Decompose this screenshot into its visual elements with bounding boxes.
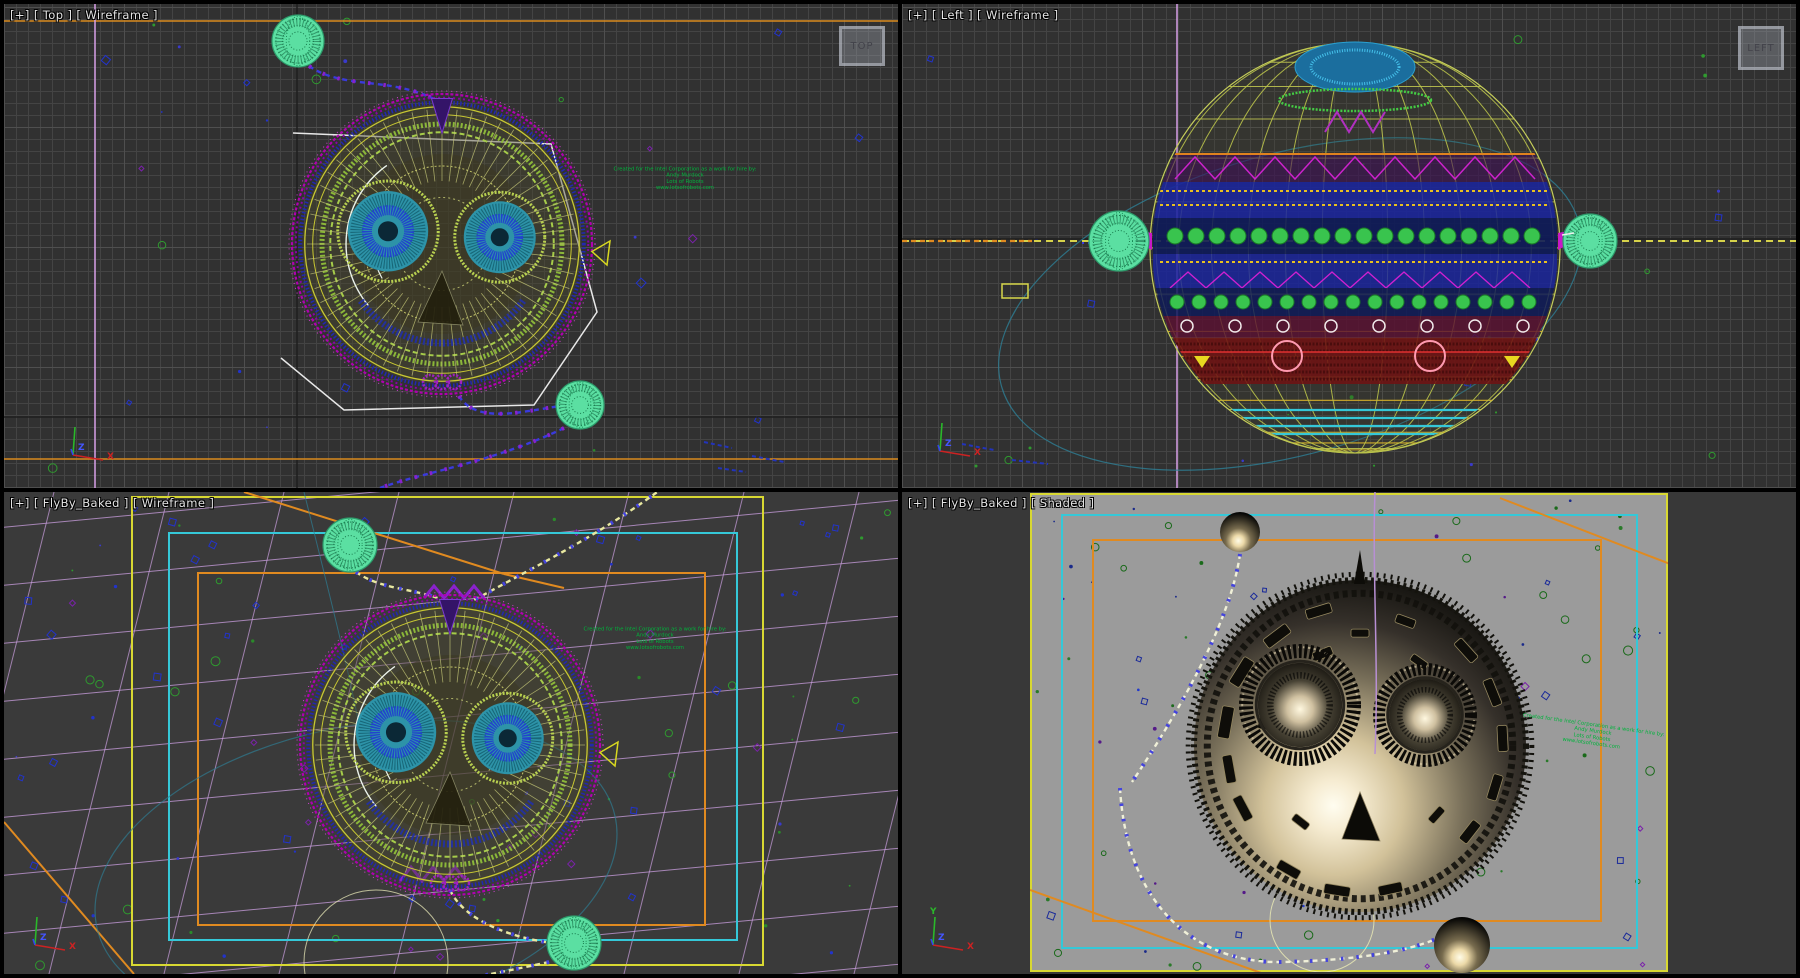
viewport-camera-wireframe[interactable]: ZX [+] [ FlyBy_Baked ] [ Wireframe ] Cre… [4,492,898,974]
axis-tripod: ZX [71,427,114,462]
viewport-camera-wireframe-label[interactable]: [+] [ FlyBy_Baked ] [ Wireframe ] [10,496,214,510]
viewcube[interactable]: TOP [839,26,885,66]
green-wire-sphere [547,916,601,970]
viewport-top-label[interactable]: [+] [ Top ] [ Wireframe ] [10,8,158,22]
viewport-left-label[interactable]: [+] [ Left ] [ Wireframe ] [908,8,1059,22]
axis-label: X [974,448,981,458]
viewport-quad-layout: ZX [+] [ Top ] [ Wireframe ] TOP Created… [0,0,1800,978]
viewport-top[interactable]: ZX [+] [ Top ] [ Wireframe ] TOP Created… [4,4,898,488]
axis-label: X [69,942,76,952]
axis-tripod: Y Z X [929,907,974,952]
wireframe-owl-model [289,91,610,397]
shaded-sphere-ship [1188,550,1532,918]
green-wire-sphere [272,15,324,67]
viewcube[interactable]: LEFT [1738,26,1784,70]
watermark-line: www.lotsofrobots.com [570,645,740,651]
viewcube-face-label[interactable]: TOP [850,41,873,52]
axis-label: X [967,942,974,952]
watermark-text: Created for the Intel Corporation as a w… [570,626,740,651]
axis-label: Z [78,443,85,453]
green-wire-sphere [556,381,604,429]
watermark-line: www.lotsofrobots.com [600,185,770,191]
viewcube-face-label[interactable]: LEFT [1747,43,1775,54]
axis-label: Z [40,933,47,943]
viewport-camera-wireframe-canvas: ZX [4,492,898,974]
watermark-text: Created for the Intel Corporation as a w… [600,166,770,191]
viewport-left-canvas: ZX [902,4,1796,488]
axis-tripod: ZX [938,423,981,458]
axis-label: Z [938,933,945,943]
viewport-left[interactable]: ZX [+] [ Left ] [ Wireframe ] LEFT [902,4,1796,488]
viewport-camera-shaded[interactable]: YZX [+] [ FlyBy_Baked ] [ Shaded ] Creat… [902,492,1796,974]
axis-label: Z [945,439,952,449]
green-wire-sphere [1089,211,1149,271]
green-wire-sphere [1563,214,1617,268]
axis-tripod: ZX [33,917,76,952]
axis-label: X [107,452,114,462]
green-wire-sphere [323,518,377,572]
viewport-top-canvas: ZX [4,4,898,488]
blue-dash-debris [704,442,784,472]
axis-label: Y [929,907,937,917]
viewport-camera-shaded-label[interactable]: [+] [ FlyBy_Baked ] [ Shaded ] [908,496,1094,510]
